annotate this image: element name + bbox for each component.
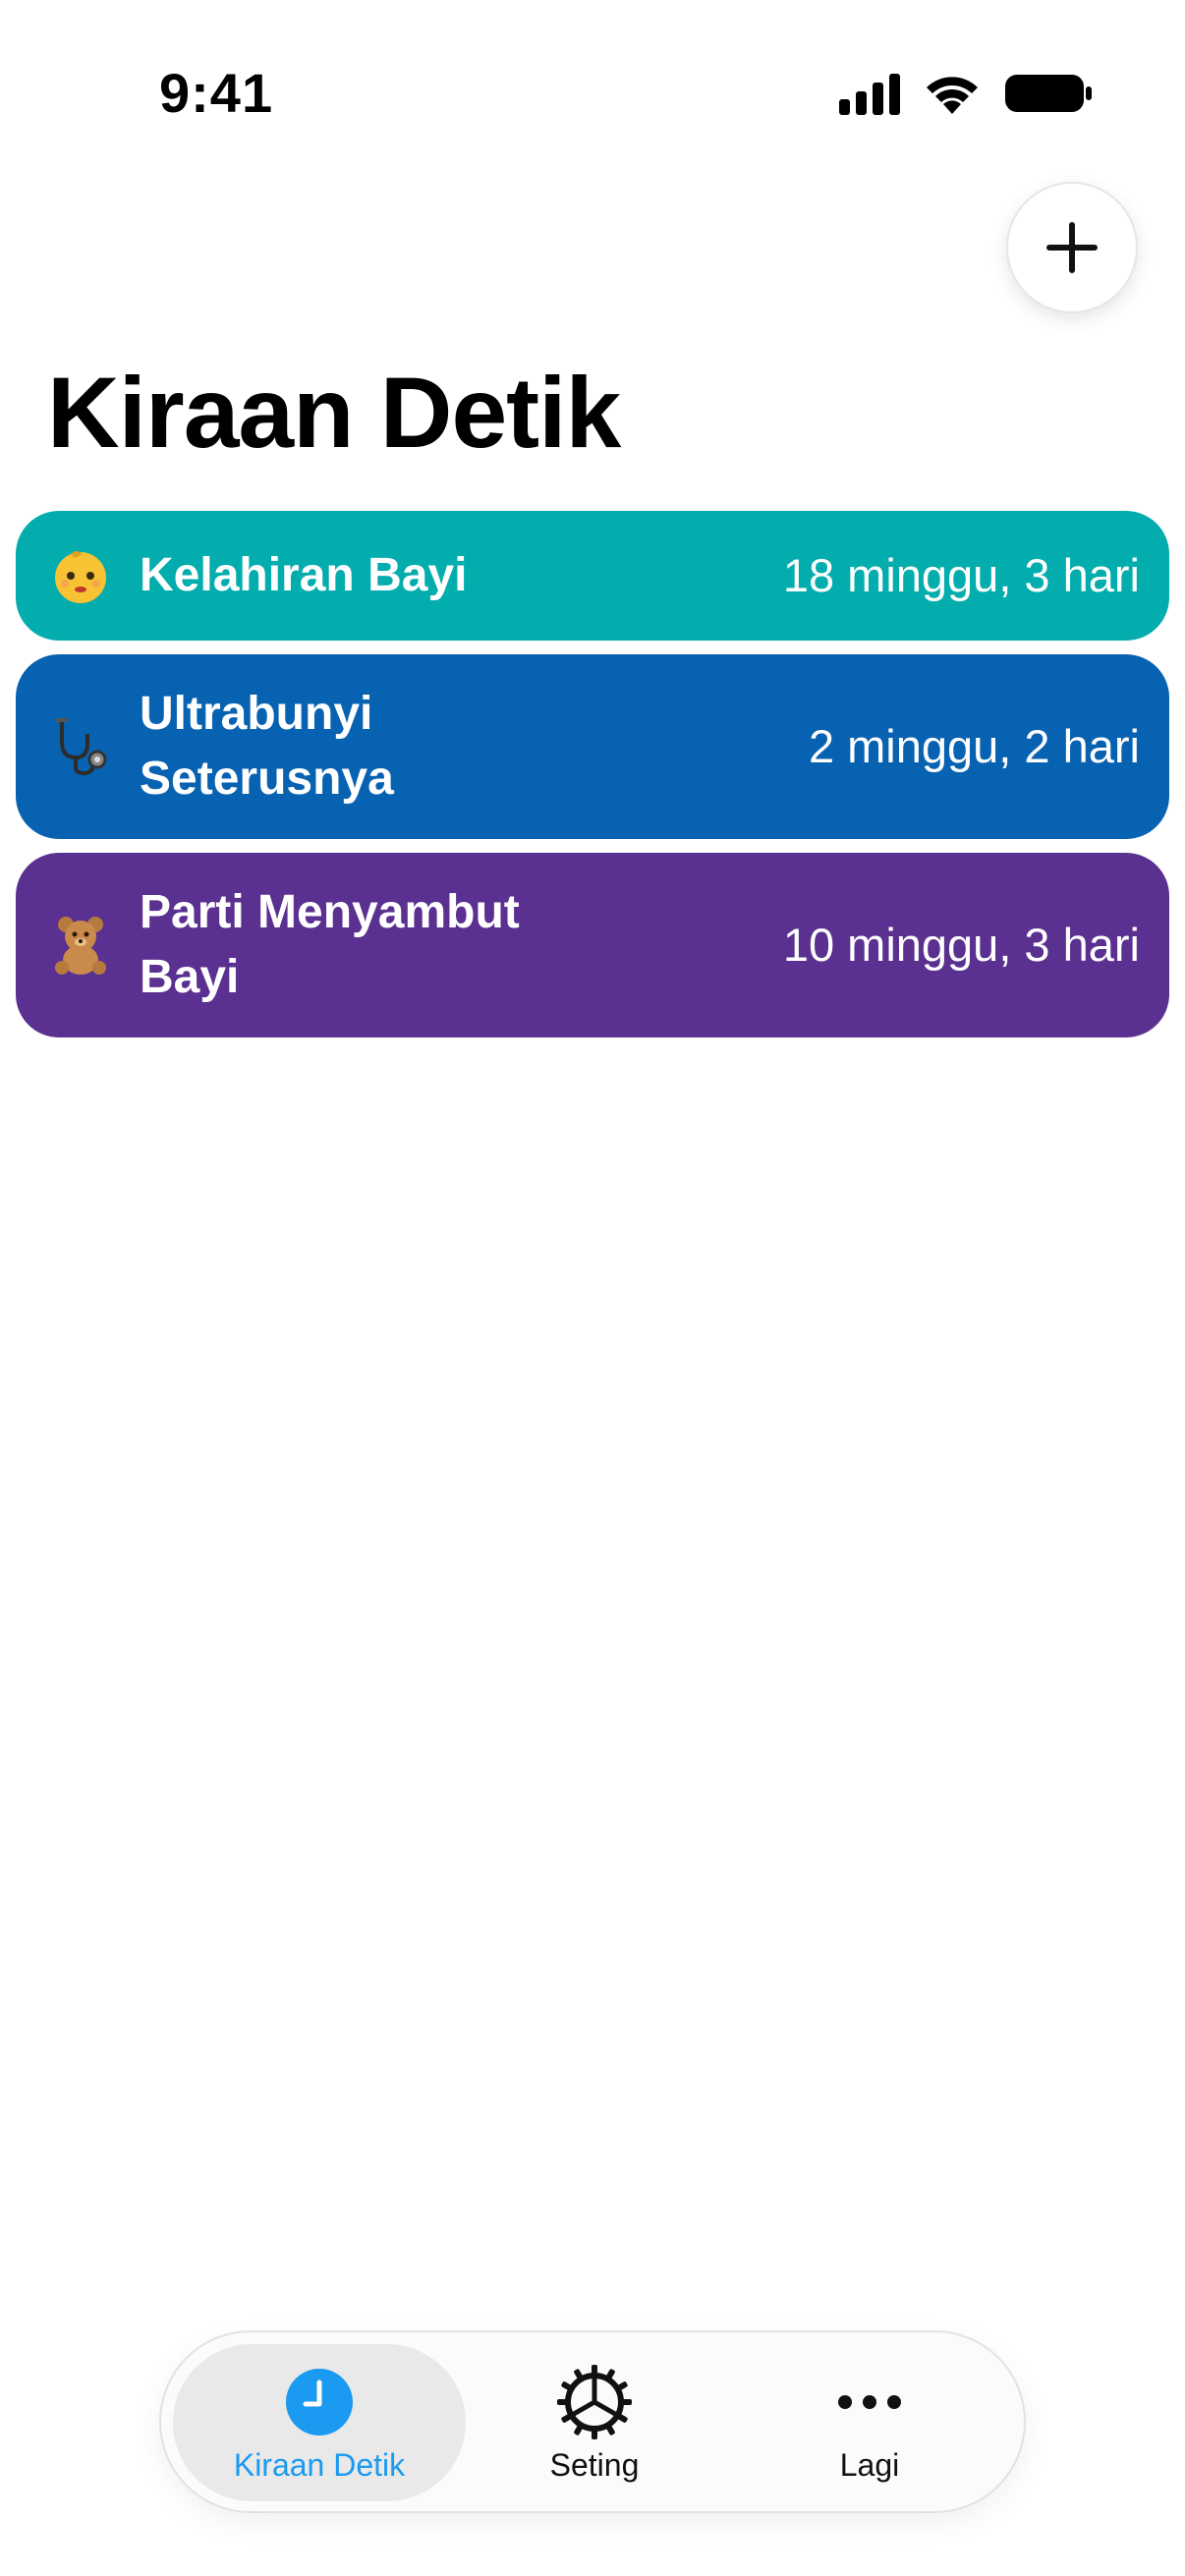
countdown-duration: 2 minggu, 2 hari: [808, 720, 1140, 772]
countdown-label: Ultrabunyi Seterusnya: [140, 688, 394, 805]
countdown-duration: 10 minggu, 3 hari: [782, 919, 1140, 971]
tab-kiraan-detik[interactable]: Kiraan Detik: [173, 2344, 466, 2501]
more-icon: [835, 2363, 904, 2441]
countdown-label: Parti Menyambut Bayi: [140, 886, 520, 1003]
page-title: Kiraan Detik: [47, 357, 621, 469]
cellular-signal-icon: [839, 72, 900, 115]
countdown-row-ultrabunyi-seterusnya[interactable]: Ultrabunyi Seterusnya 2 minggu, 2 hari: [16, 654, 1169, 839]
baby-icon: [45, 540, 116, 611]
plus-icon: [1046, 222, 1098, 273]
tab-label: Seting: [549, 2446, 640, 2483]
gear-icon: [555, 2363, 634, 2441]
tab-label: Lagi: [839, 2446, 900, 2483]
battery-icon: [1005, 75, 1092, 112]
countdown-row-parti-menyambut-bayi[interactable]: Parti Menyambut Bayi 10 minggu, 3 hari: [16, 853, 1169, 1037]
countdown-duration: 18 minggu, 3 hari: [782, 549, 1140, 601]
stethoscope-icon: [45, 711, 116, 782]
teddy-bear-icon: [45, 910, 116, 980]
status-time: 9:41: [159, 62, 274, 124]
tab-lagi[interactable]: Lagi: [723, 2344, 1016, 2501]
tab-bar: Kiraan Detik Seting Lagi: [159, 2330, 1026, 2513]
wifi-icon: [927, 77, 978, 114]
add-countdown-button[interactable]: [1006, 182, 1138, 313]
countdown-row-kelahiran-bayi[interactable]: Kelahiran Bayi 18 minggu, 3 hari: [16, 511, 1169, 641]
status-icons: [839, 71, 1093, 116]
clock-icon: [284, 2363, 355, 2441]
tab-seting[interactable]: Seting: [448, 2344, 741, 2501]
screen: 9:41 Kiraan Detik Kelahiran Bayi 18 ming…: [0, 0, 1185, 2576]
tab-label: Kiraan Detik: [233, 2446, 406, 2483]
countdown-label: Kelahiran Bayi: [140, 549, 468, 601]
